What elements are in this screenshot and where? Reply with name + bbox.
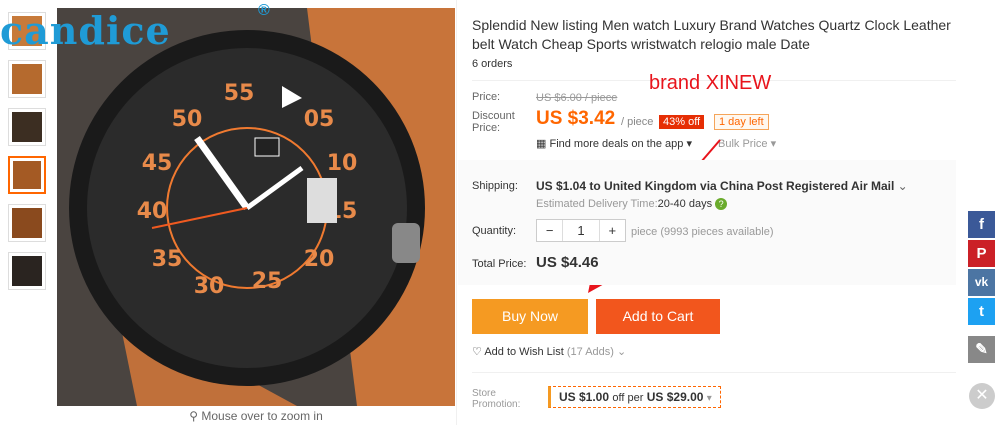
edit-icon[interactable]: ✎ bbox=[968, 336, 995, 363]
svg-text:30: 30 bbox=[194, 274, 225, 299]
promo-amount: US $1.00 bbox=[559, 390, 610, 404]
discount-price: US $3.42 bbox=[536, 108, 616, 129]
pinterest-icon[interactable]: P bbox=[968, 240, 995, 267]
thumbnail[interactable] bbox=[8, 60, 46, 98]
promo-mid: off per bbox=[612, 392, 644, 404]
zoom-hint-text: Mouse over to zoom in bbox=[201, 409, 323, 423]
twitter-icon[interactable]: t bbox=[968, 298, 995, 325]
svg-text:55: 55 bbox=[224, 81, 255, 106]
shipping-text: US $1.04 to United Kingdom via China Pos… bbox=[536, 179, 895, 193]
price-unit: / piece bbox=[621, 116, 654, 128]
svg-text:50: 50 bbox=[172, 107, 203, 132]
facebook-icon[interactable]: f bbox=[968, 211, 995, 238]
svg-text:45: 45 bbox=[142, 151, 173, 176]
est-unit: days bbox=[688, 198, 713, 210]
promo-threshold: US $29.00 bbox=[646, 390, 704, 404]
column-divider bbox=[456, 0, 457, 425]
watermark-logo: candice bbox=[0, 8, 171, 53]
search-icon: ⚲ bbox=[189, 409, 199, 423]
close-icon[interactable]: ✕ bbox=[969, 383, 995, 409]
chevron-down-icon: ⌄ bbox=[617, 346, 627, 358]
wishlist-count: (17 Adds) bbox=[566, 346, 614, 358]
svg-text:35: 35 bbox=[152, 247, 183, 272]
quantity-plus-button[interactable]: + bbox=[600, 220, 625, 241]
total-label: Total Price: bbox=[472, 258, 527, 270]
delivery-estimate: Estimated Delivery Time:20-40 days ? bbox=[536, 198, 728, 210]
chevron-down-icon: ⌄ bbox=[897, 179, 908, 193]
est-label: Estimated Delivery Time: bbox=[536, 198, 658, 210]
svg-text:25: 25 bbox=[252, 269, 283, 294]
brand-annotation: brand XINEW bbox=[649, 72, 772, 94]
help-icon[interactable]: ? bbox=[715, 198, 728, 210]
registered-mark: ® bbox=[258, 2, 270, 19]
shipping-option[interactable]: US $1.04 to United Kingdom via China Pos… bbox=[536, 179, 908, 193]
original-price: US $6.00 / piece bbox=[536, 92, 618, 104]
svg-text:20: 20 bbox=[304, 247, 335, 272]
svg-text:40: 40 bbox=[137, 199, 168, 224]
thumbnail[interactable] bbox=[8, 108, 46, 146]
shipping-label: Shipping: bbox=[472, 180, 518, 192]
add-to-cart-button[interactable]: Add to Cart bbox=[596, 299, 720, 334]
thumbnail[interactable] bbox=[8, 204, 46, 242]
price-label: Price: bbox=[472, 91, 501, 103]
time-left-badge: 1 day left bbox=[714, 114, 769, 130]
zoom-hint: ⚲ Mouse over to zoom in bbox=[57, 409, 455, 423]
promo-label-1: Store bbox=[472, 388, 496, 399]
quantity-input[interactable]: 1 bbox=[562, 220, 600, 241]
heart-icon: ♡ bbox=[472, 346, 482, 358]
qr-icon: ▦ bbox=[536, 138, 547, 150]
thumbnail-selected[interactable] bbox=[8, 156, 46, 194]
discount-badge: 43% off bbox=[659, 115, 705, 129]
wishlist-link[interactable]: ♡ Add to Wish List (17 Adds) ⌄ bbox=[472, 345, 626, 358]
store-promotion[interactable]: US $1.00 off per US $29.00 ▾ bbox=[548, 386, 721, 408]
caret-down-icon: ▾ bbox=[706, 393, 712, 404]
buy-now-button[interactable]: Buy Now bbox=[472, 299, 588, 334]
discount-label: Discount Price: bbox=[472, 110, 515, 134]
product-title: Splendid New listing Men watch Luxury Br… bbox=[472, 17, 951, 52]
caret-down-icon: ▾ bbox=[770, 138, 777, 150]
watch-illustration: 555045 403530 252015 1005 bbox=[57, 8, 455, 406]
thumbnail-list bbox=[8, 12, 50, 300]
est-value: 20-40 bbox=[657, 198, 686, 210]
divider bbox=[472, 372, 956, 373]
product-image[interactable]: 55 50 45 40 35 30 25 20 15 10 05 bbox=[57, 8, 455, 406]
wishlist-label: Add to Wish List bbox=[484, 346, 564, 358]
quantity-stepper: − 1 + bbox=[536, 219, 626, 242]
order-count[interactable]: 6 orders bbox=[472, 58, 512, 70]
promo-label-2: Promotion: bbox=[472, 399, 521, 410]
stock-available: piece (9993 pieces available) bbox=[631, 226, 774, 238]
watermark-text: candice bbox=[0, 8, 171, 53]
thumbnail[interactable] bbox=[8, 252, 46, 290]
svg-text:10: 10 bbox=[327, 151, 358, 176]
vk-icon[interactable]: vk bbox=[968, 269, 995, 296]
quantity-minus-button[interactable]: − bbox=[537, 220, 562, 241]
total-price: US $4.46 bbox=[536, 254, 599, 271]
quantity-label: Quantity: bbox=[472, 225, 517, 237]
svg-text:05: 05 bbox=[304, 107, 335, 132]
promotion-label: Store Promotion: bbox=[472, 388, 520, 410]
